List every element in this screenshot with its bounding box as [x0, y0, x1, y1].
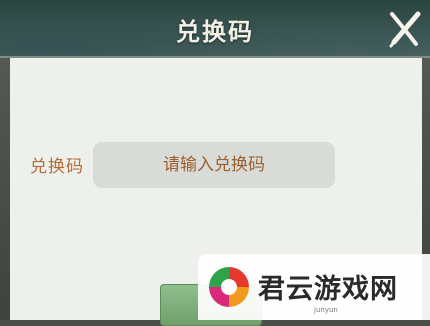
dialog-title-bar: 兑换码 — [0, 0, 430, 58]
redeem-code-input[interactable] — [93, 142, 335, 188]
watermark: 君云游戏网 junyun — [198, 254, 430, 320]
redeem-code-label: 兑换码 — [30, 157, 84, 177]
watermark-subtext: junyun — [314, 306, 338, 314]
swirl-logo-icon — [209, 267, 249, 307]
close-icon — [389, 11, 421, 48]
close-button[interactable] — [382, 6, 426, 50]
dialog-title: 兑换码 — [176, 17, 254, 46]
watermark-text: 君云游戏网 — [258, 274, 398, 305]
